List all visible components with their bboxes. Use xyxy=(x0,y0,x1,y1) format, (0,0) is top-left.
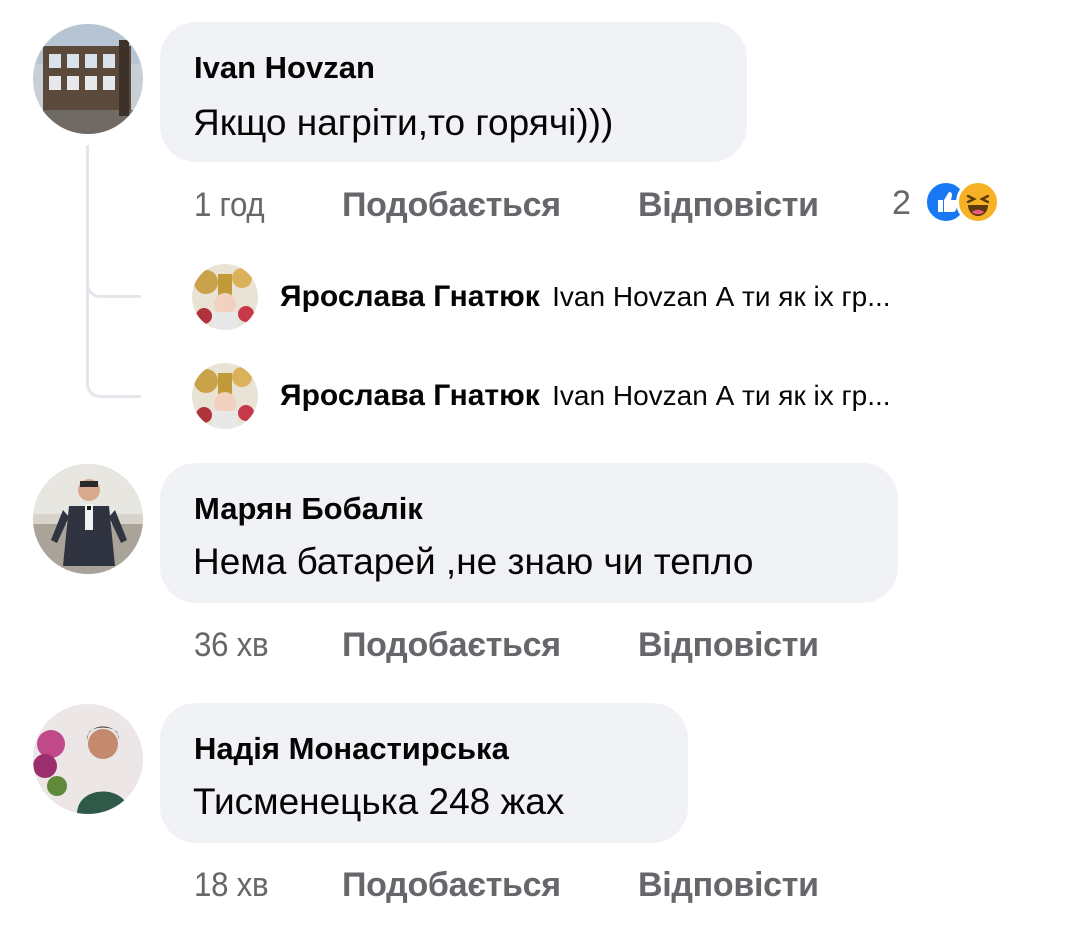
comment-author[interactable]: Ivan Hovzan xyxy=(194,50,375,86)
comment-bubble: Марян Бобалік Нема батарей ,не знаю чи т… xyxy=(160,463,898,603)
comment-text: Якщо нагріти,то горячі))) xyxy=(193,102,614,143)
comment-text: Тисменецька 248 жах xyxy=(193,781,565,822)
comment-author[interactable]: Марян Бобалік xyxy=(194,491,423,527)
reply-button[interactable]: Відповісти xyxy=(638,866,819,905)
like-button[interactable]: Подобається xyxy=(342,866,561,905)
reply-author[interactable]: Ярослава Гнатюк xyxy=(280,280,540,313)
reply-text: Ivan Hovzan А ти як іх гр... xyxy=(552,281,891,312)
avatar[interactable] xyxy=(33,24,143,134)
reaction-count: 2 xyxy=(892,184,911,222)
reply-author[interactable]: Ярослава Гнатюк xyxy=(280,379,540,412)
comment-bubble: Надія Монастирська Тисменецька 248 жах xyxy=(160,703,688,843)
avatar[interactable] xyxy=(192,264,258,330)
comment-author[interactable]: Надія Монастирська xyxy=(194,731,509,767)
like-button[interactable]: Подобається xyxy=(342,626,561,665)
reply-button[interactable]: Відповісти xyxy=(638,186,819,225)
comment-time[interactable]: 18 хв xyxy=(194,866,269,905)
comment-time[interactable]: 36 хв xyxy=(194,626,269,665)
avatar[interactable] xyxy=(192,363,258,429)
comment-time[interactable]: 1 год xyxy=(194,186,265,225)
thread-line xyxy=(86,145,141,398)
comment-text: Нема батарей ,не знаю чи тепло xyxy=(193,541,754,582)
like-button[interactable]: Подобається xyxy=(342,186,561,225)
reply-preview[interactable]: Ярослава Гнатюк Ivan Hovzan А ти як іх г… xyxy=(280,379,891,413)
reply-preview[interactable]: Ярослава Гнатюк Ivan Hovzan А ти як іх г… xyxy=(280,280,891,314)
avatar[interactable] xyxy=(33,704,143,814)
reply-button[interactable]: Відповісти xyxy=(638,626,819,665)
comment-bubble: Ivan Hovzan Якщо нагріти,то горячі))) xyxy=(160,22,747,162)
haha-icon xyxy=(956,180,1000,224)
reaction-summary[interactable]: 2 xyxy=(892,180,1022,224)
reply-text: Ivan Hovzan А ти як іх гр... xyxy=(552,380,891,411)
avatar[interactable] xyxy=(33,464,143,574)
